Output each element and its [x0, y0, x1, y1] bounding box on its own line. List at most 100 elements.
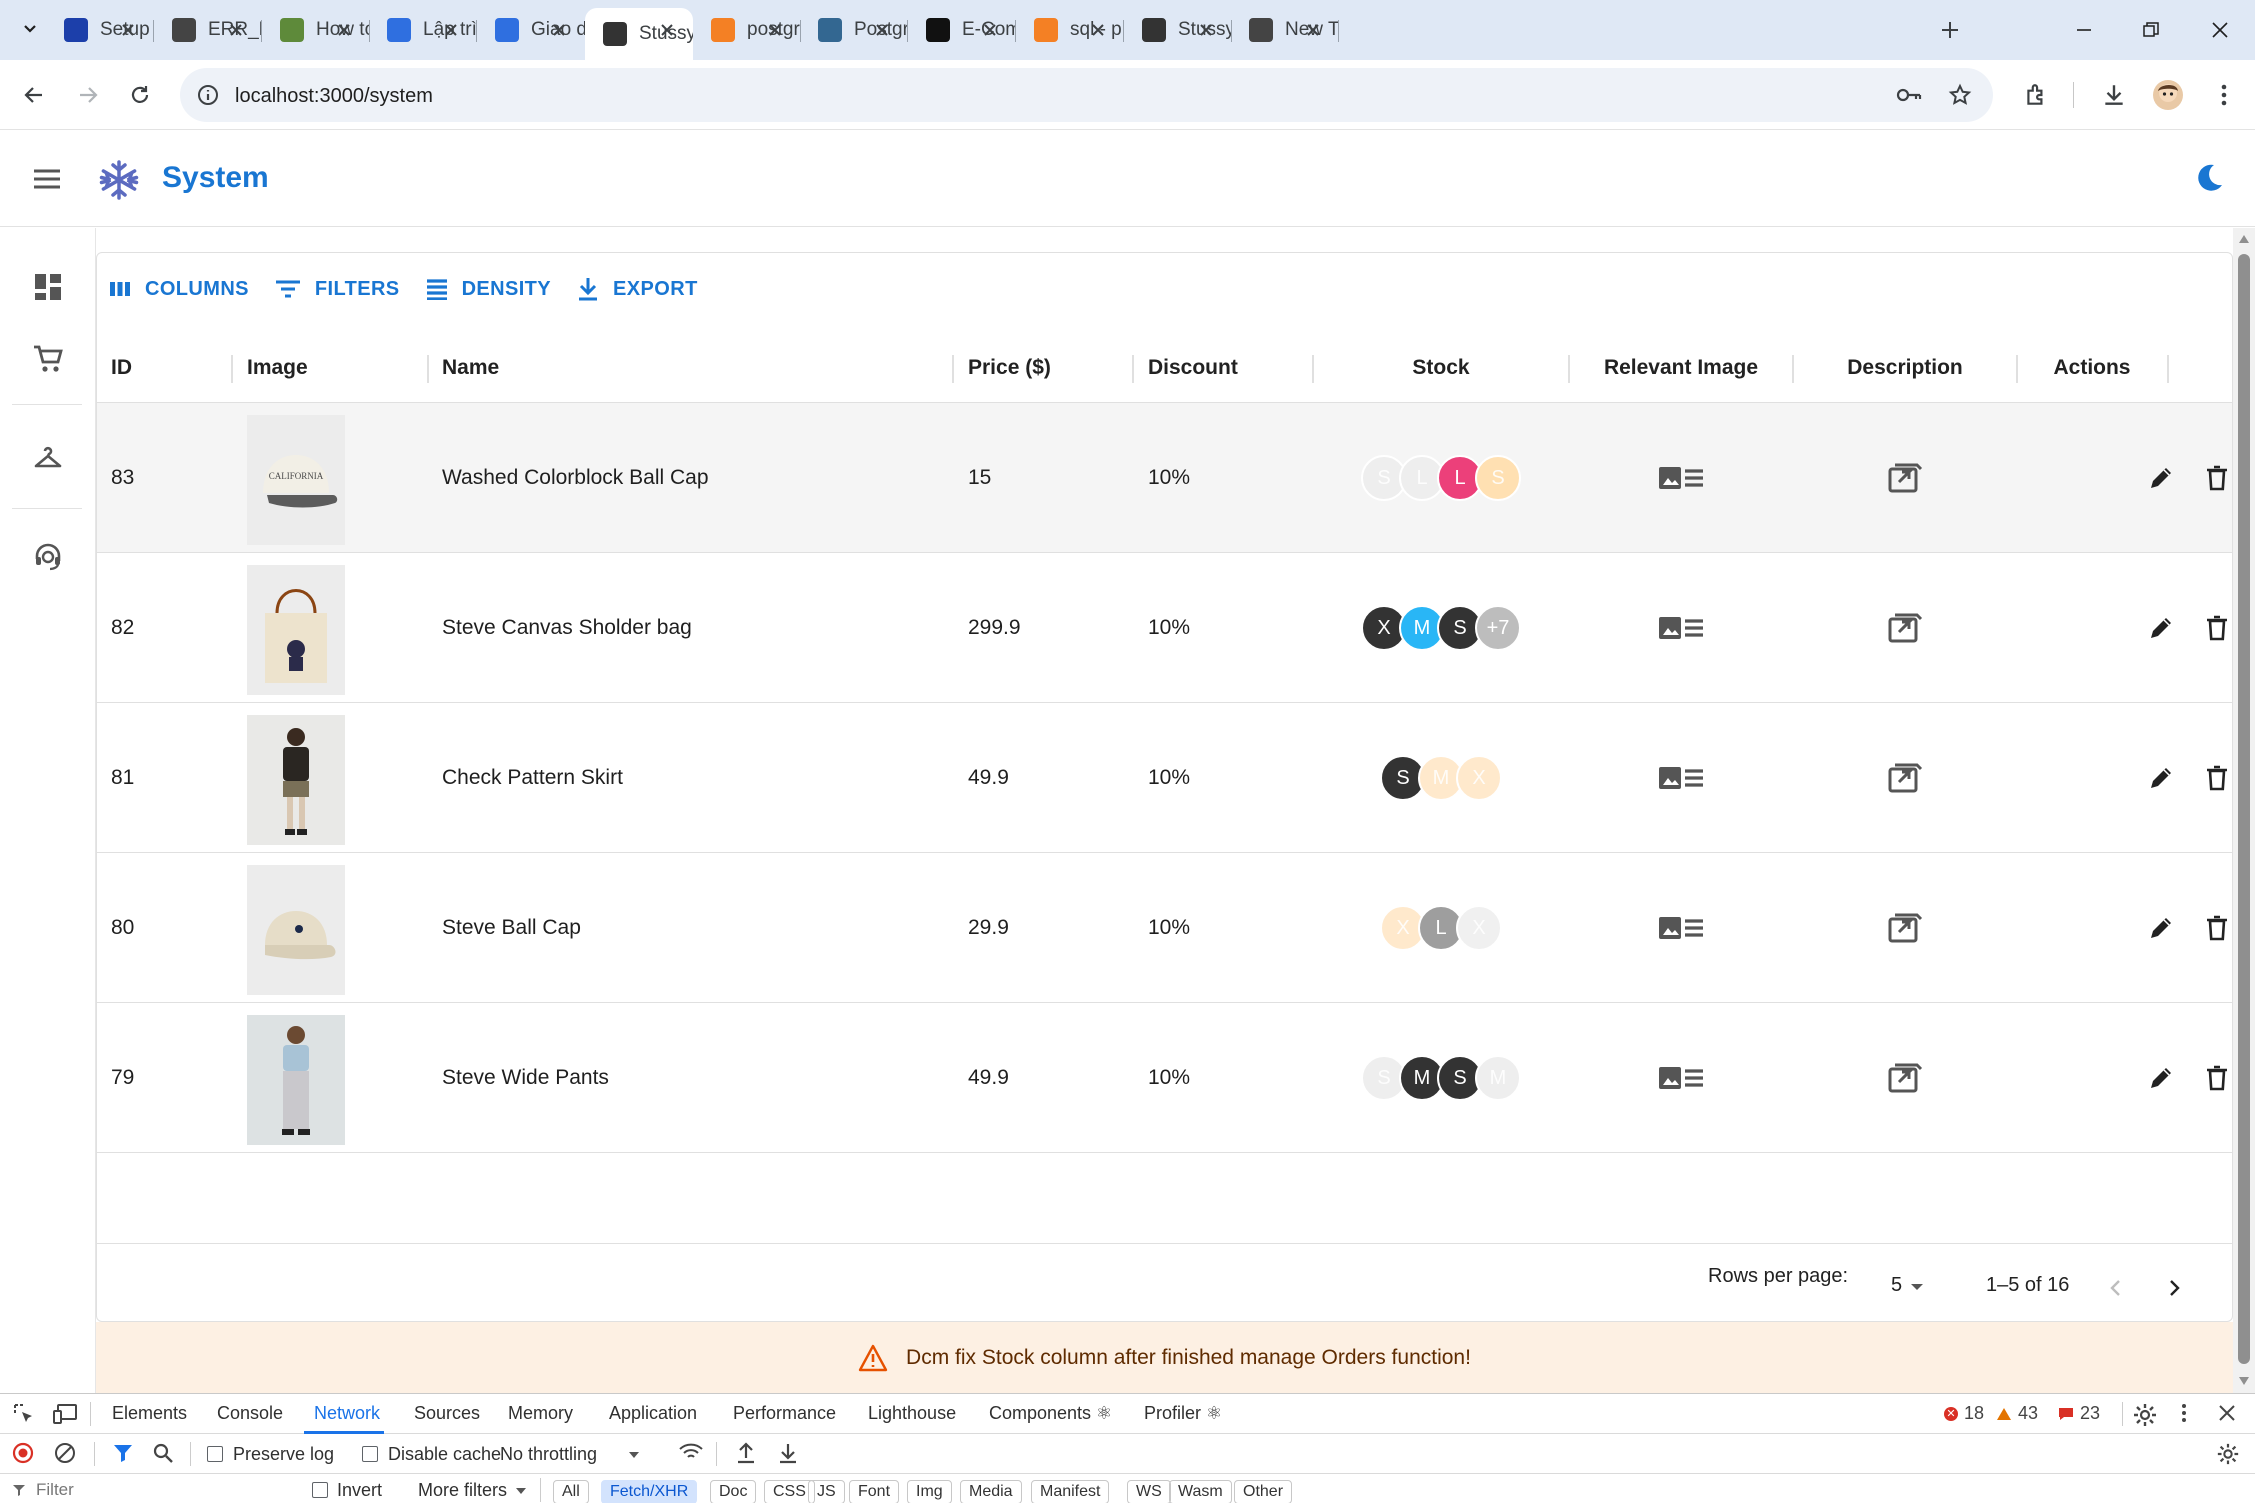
column-separator[interactable] [1132, 355, 1134, 383]
search-icon[interactable] [152, 1442, 174, 1464]
devtools-tab-network[interactable]: Network [314, 1403, 380, 1424]
previous-page-button[interactable] [2096, 1268, 2136, 1308]
downloads-button[interactable] [2096, 77, 2132, 113]
moon-icon[interactable] [2192, 161, 2226, 195]
invert-checkbox[interactable] [312, 1482, 328, 1498]
devtools-tab-performance[interactable]: Performance [733, 1403, 836, 1424]
tab-search-button[interactable] [14, 13, 46, 45]
upload-icon[interactable] [735, 1442, 757, 1464]
column-header-image[interactable]: Image [247, 333, 308, 403]
relevant-image-button[interactable] [1569, 403, 1793, 553]
close-tab-icon[interactable] [332, 18, 356, 42]
delete-button[interactable] [2197, 553, 2232, 703]
density-button[interactable]: DENSITY [426, 278, 551, 301]
resource-type-filter-chip[interactable]: Wasm [1169, 1480, 1232, 1503]
close-devtools-icon[interactable] [2218, 1404, 2236, 1422]
description-button[interactable] [1793, 853, 2017, 1003]
back-button[interactable] [16, 77, 52, 113]
export-button[interactable]: EXPORT [577, 277, 698, 301]
minimize-button[interactable] [2064, 14, 2104, 46]
nav-item-support[interactable] [0, 518, 96, 596]
nav-item-dashboard[interactable] [0, 248, 96, 326]
edit-button[interactable] [2141, 853, 2181, 1003]
close-tab-icon[interactable] [870, 18, 894, 42]
resource-type-filter-chip[interactable]: Media [960, 1480, 1022, 1503]
issues-count[interactable]: 23 [2058, 1403, 2100, 1424]
resource-type-filter-chip[interactable]: JS [808, 1480, 845, 1503]
description-button[interactable] [1793, 703, 2017, 853]
resource-type-filter-chip[interactable]: Font [849, 1480, 900, 1503]
close-tab-icon[interactable] [116, 18, 140, 42]
browser-tab[interactable]: ERR_NGROK [154, 8, 262, 52]
column-separator[interactable] [231, 355, 233, 383]
resource-type-filter-chip[interactable]: All [553, 1480, 589, 1503]
close-tab-icon[interactable] [224, 18, 248, 42]
browser-tab[interactable]: Stussy [585, 8, 693, 60]
record-stop-icon[interactable] [12, 1442, 34, 1464]
close-tab-icon[interactable] [1086, 18, 1110, 42]
columns-button[interactable]: COLUMNS [109, 278, 249, 301]
column-separator[interactable] [427, 355, 429, 383]
edit-button[interactable] [2141, 553, 2181, 703]
browser-tab[interactable]: PostgreSQL [800, 8, 908, 52]
column-header-actions[interactable]: Actions [2017, 333, 2167, 403]
preserve-log-checkbox[interactable] [207, 1446, 223, 1462]
browser-tab[interactable]: Giao diện [477, 8, 585, 52]
network-settings-gear-icon[interactable] [2216, 1442, 2240, 1466]
profile-avatar[interactable] [2150, 77, 2186, 113]
clear-icon[interactable] [54, 1442, 76, 1464]
browser-tab[interactable]: sql - p [1016, 8, 1124, 52]
info-icon[interactable] [196, 83, 220, 107]
column-header-id[interactable]: ID [111, 333, 132, 403]
column-separator[interactable] [952, 355, 954, 383]
description-button[interactable] [1793, 1003, 2017, 1153]
browser-tab[interactable]: New Tab [1231, 8, 1339, 52]
filter-input[interactable]: Filter [12, 1478, 292, 1502]
key-icon[interactable] [1895, 83, 1923, 107]
scroll-up-icon[interactable] [2238, 234, 2250, 244]
new-tab-button[interactable] [1934, 14, 1966, 46]
delete-button[interactable] [2197, 853, 2232, 1003]
devtools-tab-memory[interactable]: Memory [508, 1403, 573, 1424]
settings-gear-icon[interactable] [2132, 1402, 2158, 1428]
resource-type-filter-chip[interactable]: WS [1127, 1480, 1171, 1503]
browser-tab[interactable]: Setup [46, 8, 154, 52]
warning-count[interactable]: 43 [1996, 1403, 2038, 1424]
close-window-button[interactable] [2200, 14, 2240, 46]
close-tab-icon[interactable] [763, 18, 787, 42]
devtools-tab-sources[interactable]: Sources [414, 1403, 480, 1424]
error-count[interactable]: ✕ 18 [1944, 1403, 1984, 1424]
download-icon[interactable] [777, 1442, 799, 1464]
devtools-tab-components[interactable]: Components ⚛ [989, 1403, 1112, 1424]
table-row[interactable]: 79 Steve Wide Pants 49.9 10% S M S M [97, 1003, 2232, 1153]
forward-button[interactable] [70, 77, 106, 113]
restore-button[interactable] [2131, 14, 2171, 46]
relevant-image-button[interactable] [1569, 853, 1793, 1003]
description-button[interactable] [1793, 553, 2017, 703]
devtools-tab-console[interactable]: Console [217, 1403, 283, 1424]
edit-button[interactable] [2141, 403, 2181, 553]
edit-button[interactable] [2141, 1003, 2181, 1153]
inspect-element-icon[interactable] [12, 1402, 36, 1426]
devtools-tab-elements[interactable]: Elements [112, 1403, 187, 1424]
throttling-select[interactable]: No throttling [500, 1444, 641, 1465]
resource-type-filter-chip[interactable]: Doc [710, 1480, 757, 1503]
devtools-tab-application[interactable]: Application [609, 1403, 697, 1424]
rows-per-page-select[interactable]: 5 [1891, 1274, 1926, 1297]
browser-tab[interactable]: Stussy [1124, 8, 1232, 52]
close-tab-icon[interactable] [655, 18, 679, 42]
browser-tab[interactable]: E-Commerce [908, 8, 1016, 52]
table-row[interactable]: 82 Steve Canvas Sholder bag 299.9 10% X M S +7 [97, 553, 2232, 703]
device-toolbar-icon[interactable] [52, 1402, 78, 1426]
column-header-discount[interactable]: Discount [1148, 333, 1238, 403]
close-tab-icon[interactable] [978, 18, 1002, 42]
delete-button[interactable] [2197, 703, 2232, 853]
scroll-down-icon[interactable] [2238, 1376, 2250, 1386]
relevant-image-button[interactable] [1569, 1003, 1793, 1153]
filters-button[interactable]: FILTERS [275, 278, 400, 301]
delete-button[interactable] [2197, 1003, 2232, 1153]
relevant-image-button[interactable] [1569, 553, 1793, 703]
scrollbar-thumb[interactable] [2238, 254, 2250, 1364]
column-header-description[interactable]: Description [1793, 333, 2017, 403]
browser-menu-button[interactable] [2206, 77, 2242, 113]
